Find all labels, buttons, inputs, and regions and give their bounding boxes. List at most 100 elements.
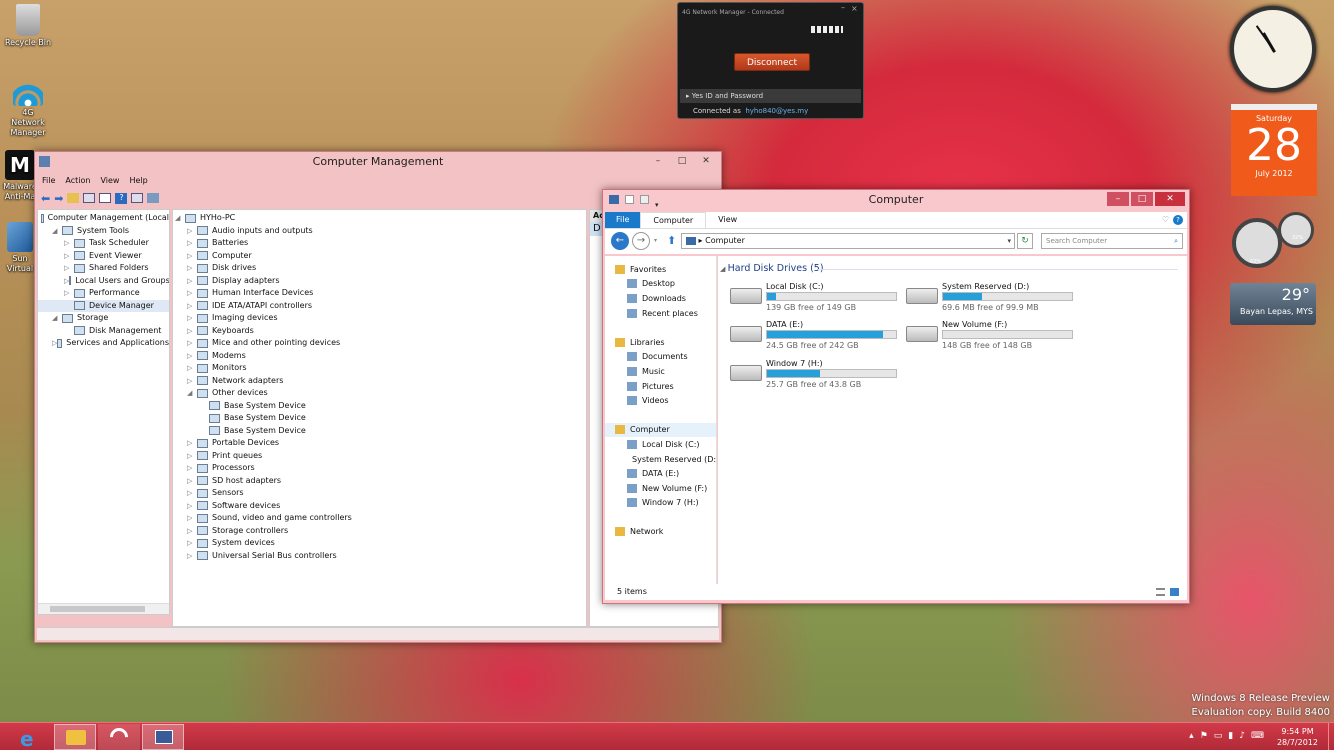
- expand-toggle-icon[interactable]: ▷: [187, 487, 197, 500]
- search-icon[interactable]: ⌕: [1174, 234, 1178, 248]
- expand-toggle-icon[interactable]: ▷: [187, 287, 197, 300]
- horizontal-scrollbar[interactable]: [38, 603, 169, 614]
- drive-tile[interactable]: DATA (E:) 24.5 GB free of 242 GB: [730, 320, 900, 354]
- scrollbar-thumb[interactable]: [50, 606, 145, 612]
- tree-item[interactable]: ▷ Event Viewer: [38, 250, 169, 263]
- tree-item[interactable]: ▷ Modems: [173, 350, 586, 363]
- breadcrumb-computer[interactable]: Computer: [705, 236, 745, 245]
- id-password-section[interactable]: ▸ Yes ID and Password: [680, 89, 861, 103]
- expand-toggle-icon[interactable]: ◢: [52, 225, 62, 238]
- tree-item[interactable]: ▷ Mice and other pointing devices: [173, 337, 586, 350]
- nav-item[interactable]: Pictures: [605, 379, 716, 394]
- tree-item[interactable]: ▷ System devices: [173, 537, 586, 550]
- minimize-button[interactable]: –: [1107, 192, 1129, 206]
- network-icon[interactable]: ▮: [1228, 731, 1233, 741]
- expand-toggle-icon[interactable]: ▷: [187, 462, 197, 475]
- close-button[interactable]: ×: [851, 5, 859, 13]
- forward-icon[interactable]: ➡: [54, 192, 63, 205]
- menu-file[interactable]: File: [37, 174, 60, 188]
- expand-toggle-icon[interactable]: ▷: [187, 537, 197, 550]
- recent-dropdown-icon[interactable]: ▾: [654, 237, 657, 244]
- nav-item[interactable]: System Reserved (D:: [605, 452, 716, 467]
- tree-item[interactable]: ▷ Print queues: [173, 450, 586, 463]
- tree-item[interactable]: Base System Device: [173, 412, 586, 425]
- expand-toggle-icon[interactable]: ▷: [64, 287, 74, 300]
- tree-item[interactable]: ▷ Imaging devices: [173, 312, 586, 325]
- tree-item[interactable]: ▷ Shared Folders: [38, 262, 169, 275]
- expand-toggle-icon[interactable]: ▷: [187, 475, 197, 488]
- title-bar[interactable]: ▾ Computer – □ ✕: [603, 190, 1189, 210]
- tree-item[interactable]: ▷ IDE ATA/ATAPI controllers: [173, 300, 586, 313]
- clock[interactable]: 9:54 PM 28/7/2012: [1277, 726, 1318, 748]
- tree-item[interactable]: Disk Management: [38, 325, 169, 338]
- expand-toggle-icon[interactable]: ▷: [187, 525, 197, 538]
- expand-toggle-icon[interactable]: ▷: [187, 325, 197, 338]
- tree-item[interactable]: ◢ Storage: [38, 312, 169, 325]
- tree-item[interactable]: ▷ Audio inputs and outputs: [173, 225, 586, 238]
- action-pane-icon[interactable]: [131, 193, 144, 203]
- expand-toggle-icon[interactable]: ▷: [187, 250, 197, 263]
- tree-item[interactable]: Base System Device: [173, 425, 586, 438]
- show-desktop-button[interactable]: [1328, 723, 1334, 750]
- tree-item[interactable]: ▷ Human Interface Devices: [173, 287, 586, 300]
- tree-item[interactable]: ▷ Services and Applications: [38, 337, 169, 350]
- tab-computer[interactable]: Computer: [640, 212, 707, 228]
- search-input[interactable]: Search Computer: [1046, 237, 1107, 245]
- menu-view[interactable]: View: [95, 174, 124, 188]
- tree-item[interactable]: ▷ Software devices: [173, 500, 586, 513]
- tree-item[interactable]: ▷ Processors: [173, 462, 586, 475]
- back-button[interactable]: ←: [611, 232, 629, 250]
- minimize-button[interactable]: –: [647, 154, 669, 168]
- tree-item[interactable]: ▷ Task Scheduler: [38, 237, 169, 250]
- nav-item[interactable]: Window 7 (H:): [605, 496, 716, 511]
- tree-item[interactable]: ▷ Universal Serial Bus controllers: [173, 550, 586, 563]
- expand-toggle-icon[interactable]: ▷: [187, 262, 197, 275]
- tree-item[interactable]: ▷ Sensors: [173, 487, 586, 500]
- tree-item[interactable]: Device Manager: [38, 299, 169, 312]
- taskbar-computer-management-button[interactable]: [142, 724, 184, 750]
- tree-item[interactable]: ▷ Display adapters: [173, 275, 586, 288]
- tab-file[interactable]: File: [605, 212, 641, 228]
- nav-item[interactable]: New Volume (F:): [605, 481, 716, 496]
- expand-toggle-icon[interactable]: ▷: [187, 437, 197, 450]
- properties-icon[interactable]: [625, 195, 634, 204]
- maximize-button[interactable]: □: [671, 154, 693, 168]
- tab-view[interactable]: View: [706, 212, 749, 228]
- expand-toggle-icon[interactable]: ▷: [187, 337, 197, 350]
- expand-toggle-icon[interactable]: ▷: [187, 275, 197, 288]
- collapse-icon[interactable]: ◢: [720, 265, 728, 273]
- expand-toggle-icon[interactable]: ▷: [187, 375, 197, 388]
- folder-up-icon[interactable]: [67, 193, 80, 203]
- volume-icon[interactable]: ♪: [1239, 731, 1245, 741]
- minimize-button[interactable]: –: [841, 4, 849, 13]
- expand-toggle-icon[interactable]: ◢: [52, 312, 62, 325]
- tree-item[interactable]: ▷ Performance: [38, 287, 169, 300]
- nav-item[interactable]: Videos: [605, 393, 716, 408]
- properties-icon[interactable]: [99, 193, 112, 203]
- address-bar[interactable]: ▸ Computer ▾: [681, 233, 1015, 249]
- tree-item[interactable]: ▷ Local Users and Groups: [38, 275, 169, 288]
- desktop-icon-recycle-bin[interactable]: Recycle Bin: [0, 4, 56, 48]
- tree-item[interactable]: ◢ System Tools: [38, 225, 169, 238]
- help-icon[interactable]: ?: [115, 192, 128, 204]
- address-dropdown-icon[interactable]: ▾: [1007, 234, 1011, 248]
- title-bar[interactable]: Computer Management – □ ✕: [35, 152, 721, 172]
- nav-item[interactable]: Libraries: [605, 335, 716, 350]
- connected-as-value[interactable]: hyho840@yes.my: [745, 107, 808, 115]
- tree-item[interactable]: ◢ HYHo-PC: [173, 212, 586, 225]
- drive-tile[interactable]: System Reserved (D:) 69.6 MB free of 99.9…: [906, 282, 1076, 316]
- nav-item[interactable]: Local Disk (C:): [605, 437, 716, 452]
- drive-tile[interactable]: Local Disk (C:) 139 GB free of 149 GB: [730, 282, 900, 316]
- tree-item[interactable]: ▷ Batteries: [173, 237, 586, 250]
- expand-toggle-icon[interactable]: ▷: [187, 450, 197, 463]
- tree-item[interactable]: ◢ Other devices: [173, 387, 586, 400]
- show-hide-tree-icon[interactable]: [83, 193, 96, 203]
- expand-toggle-icon[interactable]: ▷: [187, 225, 197, 238]
- back-icon[interactable]: ⬅: [41, 192, 50, 205]
- expand-toggle-icon[interactable]: ▷: [187, 350, 197, 363]
- tree-item[interactable]: ▷ Keyboards: [173, 325, 586, 338]
- menu-action[interactable]: Action: [60, 174, 95, 188]
- scan-hardware-icon[interactable]: [147, 193, 160, 203]
- expand-toggle-icon[interactable]: ▷: [187, 300, 197, 313]
- tree-item[interactable]: ▷ Network adapters: [173, 375, 586, 388]
